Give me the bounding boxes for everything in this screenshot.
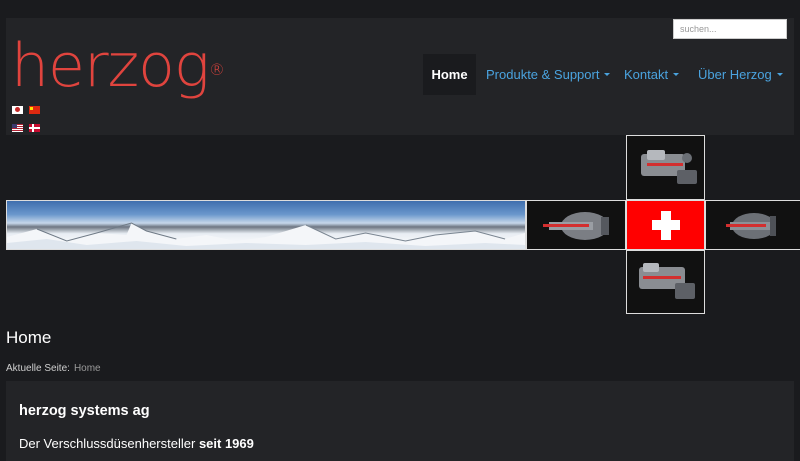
company-tagline: Der Verschlussdüsenhersteller seit 1969: [19, 436, 254, 451]
swiss-flag-icon: [626, 200, 705, 250]
breadcrumb: Aktuelle Seite: Home: [6, 363, 101, 374]
breadcrumb-label: Aktuelle Seite:: [6, 363, 70, 374]
content-panel: herzog systems ag Der Verschlussdüsenher…: [6, 381, 794, 461]
nozzle-part-icon: [726, 213, 776, 239]
japan-flag-icon[interactable]: [12, 106, 23, 114]
tagline-prefix: Der Verschlussdüsenhersteller: [19, 436, 196, 451]
nozzle-product-image-bottom[interactable]: [626, 250, 705, 314]
nozzle-part-icon: [543, 212, 609, 240]
nozzle-product-image-right[interactable]: [705, 200, 800, 250]
logo-text: herzog: [11, 31, 210, 101]
nozzle-part-icon: [639, 263, 695, 299]
nav-item-ueber-herzog[interactable]: Über Herzog: [698, 54, 783, 95]
caret-down-icon: [673, 73, 680, 76]
nav-item-home[interactable]: Home: [423, 54, 476, 95]
mountain-ridge: [7, 222, 525, 249]
nozzle-product-image-left[interactable]: [526, 200, 626, 250]
usa-flag-icon[interactable]: [12, 124, 23, 132]
company-heading: herzog systems ag: [19, 403, 150, 419]
nav-item-kontakt[interactable]: Kontakt: [624, 54, 680, 95]
nozzle-product-image-top[interactable]: [626, 135, 705, 200]
nav-produkte-label: Produkte & Support: [486, 67, 600, 82]
nav-ueber-label: Über Herzog: [698, 67, 772, 82]
nav-home-label: Home: [431, 67, 468, 82]
caret-down-icon: [776, 73, 783, 76]
breadcrumb-current: Home: [73, 363, 101, 374]
registered-mark: ®: [208, 60, 225, 79]
nav-kontakt-label: Kontakt: [624, 67, 669, 82]
page-title: Home: [6, 328, 52, 347]
search-input[interactable]: suchen...: [673, 19, 787, 39]
herzog-logo[interactable]: herzog®: [11, 36, 225, 96]
caret-down-icon: [604, 73, 611, 76]
denmark-flag-icon[interactable]: [29, 124, 40, 132]
tagline-bold: seit 1969: [198, 436, 254, 451]
nozzle-part-icon: [641, 150, 697, 184]
alpine-panorama-image: [6, 200, 526, 250]
china-flag-icon[interactable]: [29, 106, 40, 114]
nav-item-produkte-support[interactable]: Produkte & Support: [486, 54, 611, 95]
